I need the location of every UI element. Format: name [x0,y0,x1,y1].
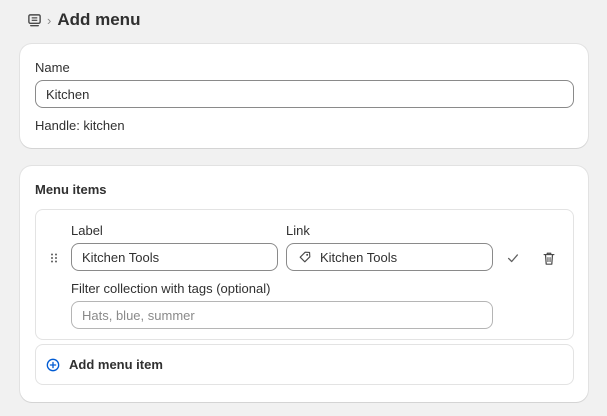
item-label-heading: Label [71,223,103,238]
drag-handle-icon[interactable] [48,252,60,264]
page-title: Add menu [57,10,141,29]
name-card: Name Kitchen Handle: kitchen [20,44,588,148]
plus-circle-icon [46,358,60,372]
name-label: Name [35,60,70,75]
page-header: › Add menu [26,8,140,32]
tag-icon [298,250,312,264]
checkmark-icon[interactable] [504,249,522,267]
item-link-heading: Link [286,223,310,238]
menu-navigation-icon[interactable] [26,12,42,28]
item-label-input[interactable]: Kitchen Tools [71,243,278,271]
add-menu-item-button[interactable]: Add menu item [35,344,574,385]
filter-label: Filter collection with tags (optional) [71,281,271,296]
breadcrumb-separator: › [47,12,52,28]
item-link-input[interactable]: Kitchen Tools [286,243,493,271]
menu-items-title: Menu items [35,182,107,197]
name-input[interactable]: Kitchen [35,80,574,108]
handle-text: Handle: kitchen [35,118,125,133]
menu-items-card: Menu items Label Kitchen Tools Link Kitc… [20,166,588,402]
menu-item-row: Label Kitchen Tools Link Kitchen Tools F… [35,209,574,340]
filter-tags-input[interactable]: Hats, blue, summer [71,301,493,329]
trash-icon[interactable] [540,249,558,267]
item-link-value: Kitchen Tools [320,249,398,265]
add-menu-item-label: Add menu item [69,357,163,372]
